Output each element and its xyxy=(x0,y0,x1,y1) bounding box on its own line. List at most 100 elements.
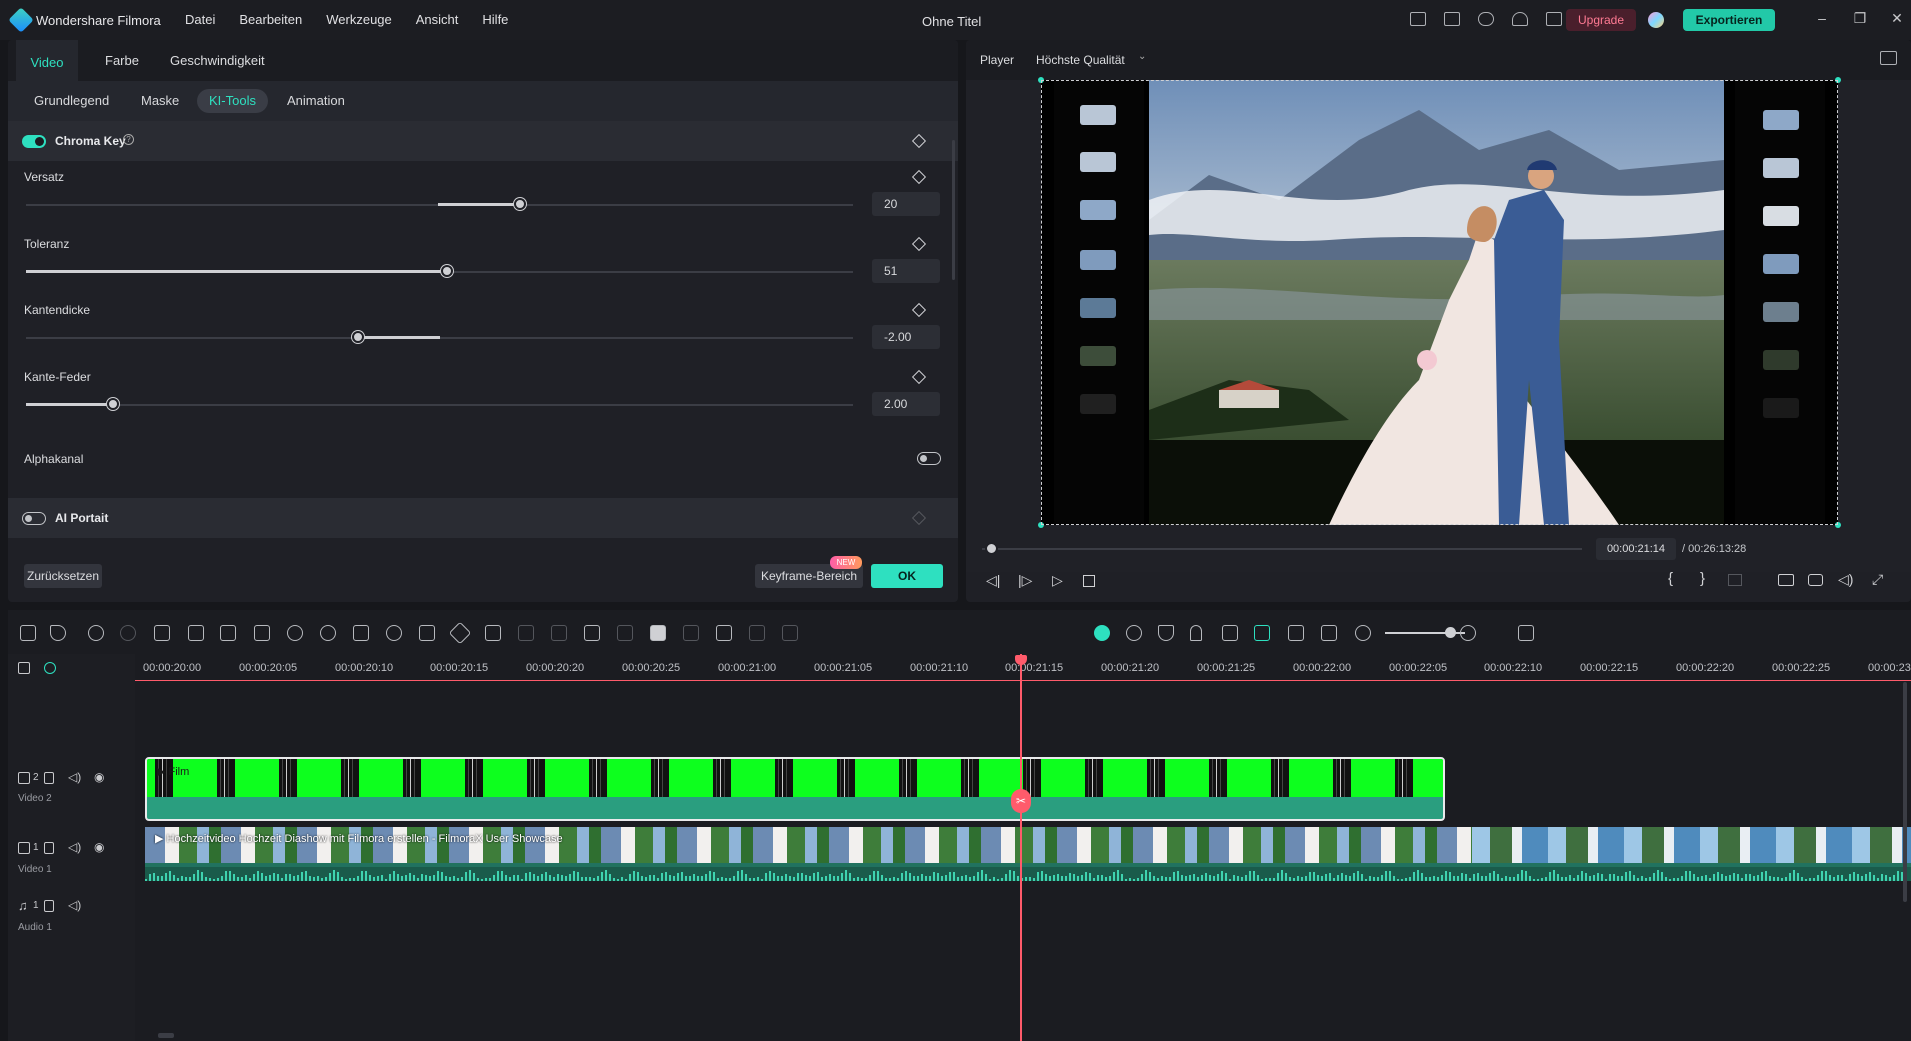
lock-icon[interactable] xyxy=(44,900,54,912)
upgrade-button[interactable]: Upgrade xyxy=(1566,9,1636,31)
play-forward-icon[interactable]: |▷ xyxy=(1018,572,1032,589)
track-area[interactable]: 00:00:20:00 00:00:20:05 00:00:20:10 00:0… xyxy=(135,654,1911,1041)
stabilize-icon[interactable] xyxy=(353,625,369,641)
playhead[interactable] xyxy=(1020,654,1022,1041)
text-icon[interactable] xyxy=(254,625,270,641)
tab-video[interactable]: Video xyxy=(16,40,78,81)
pip-icon[interactable] xyxy=(1288,625,1304,641)
lock-icon[interactable] xyxy=(44,842,54,854)
cloud-icon[interactable] xyxy=(1478,12,1494,26)
menu-hilfe[interactable]: Hilfe xyxy=(482,12,508,27)
quality-select[interactable]: Höchste Qualität xyxy=(1036,53,1125,67)
layout-grid-icon[interactable] xyxy=(20,625,36,641)
menu-werkzeuge[interactable]: Werkzeuge xyxy=(326,12,392,27)
timeline-horizontal-scrollbar[interactable] xyxy=(158,1033,174,1038)
render-icon[interactable] xyxy=(1126,625,1142,641)
kante-feder-input[interactable]: 2.00 xyxy=(872,392,940,416)
close-icon[interactable]: ✕ xyxy=(1890,11,1904,25)
clip-video1[interactable]: ▶ Hochzeitvideo Hochzeit Diashow mit Fil… xyxy=(145,827,1911,881)
microphone-icon[interactable] xyxy=(1190,625,1202,641)
split-view-icon[interactable] xyxy=(1321,625,1337,641)
play-icon[interactable]: ▷ xyxy=(1052,572,1063,589)
panel-scrollbar[interactable] xyxy=(952,140,955,280)
layout-menu-icon[interactable] xyxy=(1518,625,1534,641)
undo-icon[interactable] xyxy=(88,625,104,641)
zoom-slider-knob[interactable] xyxy=(1445,627,1456,638)
progress-knob[interactable] xyxy=(985,542,998,555)
timer-icon[interactable] xyxy=(386,625,402,641)
help-icon[interactable]: ? xyxy=(123,134,134,145)
timeline-vertical-scrollbar[interactable] xyxy=(1903,682,1907,902)
keyframe-diamond-icon[interactable] xyxy=(911,133,927,149)
toleranz-slider-knob[interactable] xyxy=(441,265,453,277)
shield-icon[interactable] xyxy=(1158,625,1174,641)
kantendicke-slider-knob[interactable] xyxy=(352,331,364,343)
ai-portrait-toggle[interactable] xyxy=(22,512,46,525)
zoom-in-icon[interactable] xyxy=(1460,625,1476,641)
select-tool-icon[interactable] xyxy=(50,625,66,641)
reset-button[interactable]: Zurücksetzen xyxy=(24,564,102,588)
menu-datei[interactable]: Datei xyxy=(185,12,215,27)
minimize-icon[interactable]: – xyxy=(1815,11,1829,25)
cut-icon[interactable] xyxy=(188,625,204,641)
adjust-icon[interactable] xyxy=(485,625,501,641)
chart-icon[interactable] xyxy=(1880,51,1897,65)
ok-button[interactable]: OK xyxy=(871,564,943,588)
mark-out-icon[interactable]: } xyxy=(1700,570,1705,587)
detach-icon[interactable] xyxy=(584,625,600,641)
add-track-icon[interactable] xyxy=(18,662,30,674)
current-time[interactable]: 00:00:21:14 xyxy=(1596,538,1676,560)
auto-highlight-icon[interactable] xyxy=(1094,625,1110,641)
kante-feder-slider-knob[interactable] xyxy=(107,398,119,410)
subtab-grundlegend[interactable]: Grundlegend xyxy=(22,89,121,113)
chroma-key-toggle[interactable] xyxy=(22,135,46,148)
zoom-out-icon[interactable] xyxy=(1355,625,1371,641)
volume-icon[interactable]: ◁) xyxy=(1838,571,1853,588)
subtab-animation[interactable]: Animation xyxy=(275,89,357,113)
toleranz-input[interactable]: 51 xyxy=(872,259,940,283)
alphakanal-toggle[interactable] xyxy=(917,452,941,465)
kantendicke-input[interactable]: -2.00 xyxy=(872,325,940,349)
versatz-input[interactable]: 20 xyxy=(872,192,940,216)
fit-icon[interactable] xyxy=(419,625,435,641)
speaker-icon[interactable]: ◁) xyxy=(68,770,81,784)
speaker-icon[interactable]: ◁) xyxy=(68,840,81,854)
export-button[interactable]: Exportieren xyxy=(1683,9,1775,31)
tab-farbe[interactable]: Farbe xyxy=(105,40,139,81)
crop-icon[interactable] xyxy=(220,625,236,641)
prev-frame-icon[interactable]: ◁| xyxy=(986,572,1000,589)
eye-icon[interactable]: ◉ xyxy=(94,770,104,784)
link-icon[interactable] xyxy=(44,662,56,674)
keyframe-diamond-icon[interactable] xyxy=(911,369,927,385)
headset-icon[interactable] xyxy=(1512,12,1528,26)
keyframe-diamond-icon[interactable] xyxy=(911,169,927,185)
voiceover-icon[interactable] xyxy=(1222,625,1238,641)
freeze-frame-icon[interactable] xyxy=(650,625,666,641)
color-icon[interactable] xyxy=(320,625,336,641)
video-preview[interactable] xyxy=(966,77,1911,572)
speed-icon[interactable] xyxy=(287,625,303,641)
playback-progress[interactable] xyxy=(982,548,1582,550)
tab-geschwindigkeit[interactable]: Geschwindigkeit xyxy=(170,40,265,81)
subtab-ki-tools[interactable]: KI-Tools xyxy=(197,89,268,113)
keyframe-diamond-icon[interactable] xyxy=(911,302,927,318)
snap-icon[interactable] xyxy=(1254,625,1270,641)
save-icon[interactable] xyxy=(1444,12,1460,26)
display-icon[interactable] xyxy=(1778,574,1794,586)
keyframe-diamond-icon[interactable] xyxy=(911,236,927,252)
grid-icon[interactable] xyxy=(1546,12,1562,26)
speaker-icon[interactable]: ◁) xyxy=(68,898,81,912)
snapshot-icon[interactable] xyxy=(1808,574,1823,586)
kante-feder-slider[interactable] xyxy=(26,404,853,406)
mark-in-icon[interactable]: { xyxy=(1668,570,1673,587)
eye-icon[interactable]: ◉ xyxy=(94,840,104,854)
stop-icon[interactable] xyxy=(1083,575,1095,587)
subtab-maske[interactable]: Maske xyxy=(129,89,191,113)
chevron-down-icon[interactable]: ⌄ xyxy=(1138,51,1146,62)
fullscreen-icon[interactable]: ⤢ xyxy=(1872,571,1883,588)
restore-icon[interactable]: ❐ xyxy=(1853,11,1867,25)
clip-video2[interactable]: ▶ Film xyxy=(145,757,1445,821)
layout-icon[interactable] xyxy=(1410,12,1426,26)
versatz-slider-knob[interactable] xyxy=(514,198,526,210)
scissors-icon[interactable]: ✂ xyxy=(1011,789,1031,813)
